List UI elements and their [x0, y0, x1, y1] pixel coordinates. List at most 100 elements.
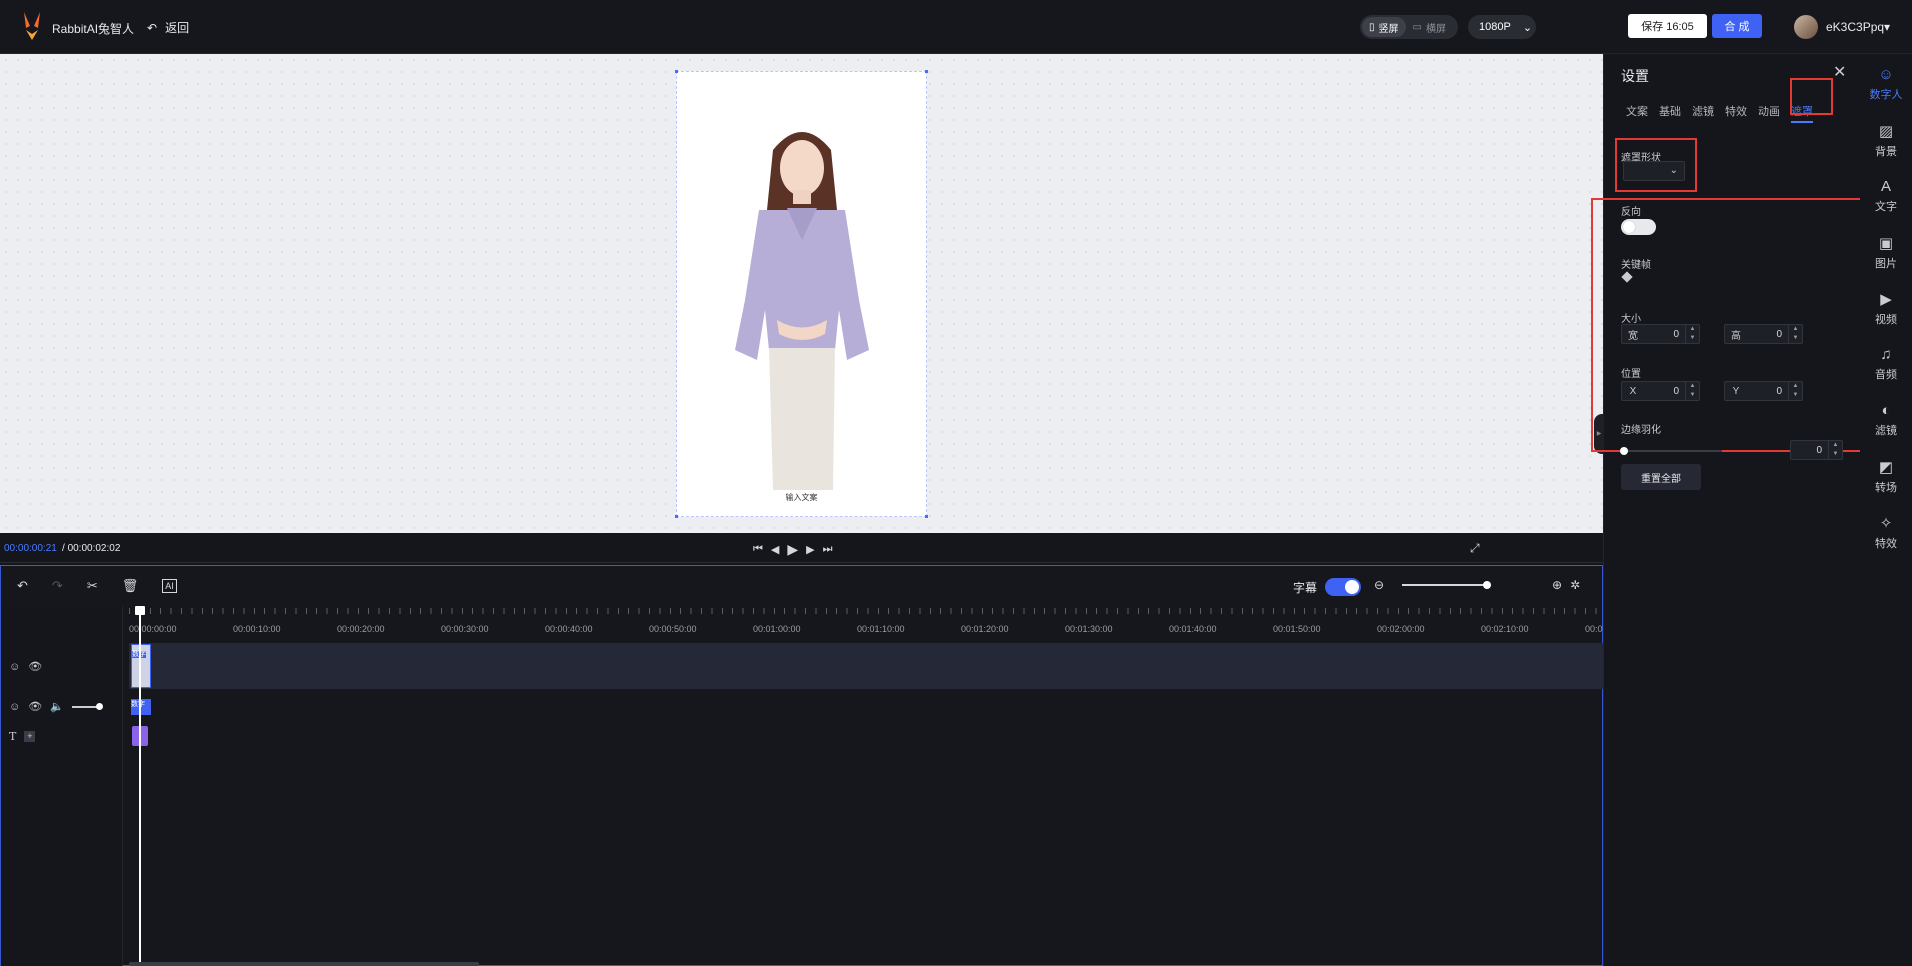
save-button[interactable]: 保存 16:05 [1628, 14, 1707, 38]
ruler-label: 00:00:00:00 [129, 624, 177, 634]
horizontal-scrollbar[interactable] [129, 962, 479, 966]
resize-handle[interactable] [925, 515, 928, 518]
tab-3[interactable]: 特效 [1725, 103, 1747, 123]
size-label: 大小 [1621, 314, 1641, 325]
x-value: 0 [1673, 385, 1679, 397]
fullscreen-icon[interactable]: ⤢ [1470, 541, 1480, 556]
rail-item-2[interactable]: A 文字 [1860, 178, 1912, 214]
playback-controls: ⏮ ◀ ▶ ▶ ⏭ [753, 541, 833, 558]
feather-slider[interactable] [1620, 447, 1722, 455]
username-menu[interactable]: eK3C3Ppq▾ [1826, 20, 1890, 34]
rail-item-0[interactable]: ☺ 数字人 [1860, 66, 1912, 102]
height-input[interactable]: 高 0 ▲ ▼ [1724, 324, 1803, 344]
video-frame[interactable]: 输入文案 [675, 70, 928, 518]
track-header-avatar: ☺ 👁 [9, 660, 42, 674]
width-input[interactable]: 宽 0 ▲ ▼ [1621, 324, 1700, 344]
timeline: ↶ ↷ ✂ 🗑 AI 字幕 ⊖ ⊕ ✲ ☺ 👁 ☺ 👁 🔈 T + 00:00:… [0, 565, 1603, 966]
resize-handle[interactable] [925, 70, 928, 73]
subtitle-toggle[interactable] [1325, 578, 1362, 596]
resize-handle[interactable] [675, 515, 678, 518]
digital-human-figure[interactable] [707, 120, 897, 490]
ruler-label: 00:0 [1585, 624, 1603, 634]
playhead[interactable] [139, 608, 141, 966]
time-ruler[interactable]: 00:00:00:00 00:00:10:00 00:00:20:00 00:00:3… [129, 606, 1603, 634]
feather-input[interactable]: 0 ▲ ▼ [1790, 440, 1843, 460]
avatar[interactable] [1794, 15, 1818, 39]
back-label: 返回 [165, 21, 190, 35]
tab-2[interactable]: 滤镜 [1692, 103, 1714, 123]
stepper-icon[interactable]: ▲ ▼ [1685, 382, 1699, 400]
avatar-clip[interactable]: 数字 [131, 644, 151, 688]
rail-label: 特效 [1875, 538, 1897, 550]
ruler-label: 00:00:40:00 [545, 624, 593, 634]
back-button[interactable]: ↶ 返回 [147, 19, 189, 36]
track-headers: ☺ 👁 ☺ 👁 🔈 T + [1, 606, 123, 966]
landscape-option[interactable]: ▭ 横屏 [1406, 17, 1453, 37]
tab-4[interactable]: 动画 [1758, 103, 1780, 123]
skip-end-icon[interactable]: ⏭ [823, 543, 833, 556]
stepper-icon[interactable]: ▲ ▼ [1788, 382, 1802, 400]
effects-icon: ✧ [1879, 515, 1893, 532]
trash-icon[interactable]: 🗑 [122, 578, 139, 594]
fit-icon[interactable]: ✲ [1570, 578, 1580, 592]
step-back-icon[interactable]: ◀ [771, 543, 779, 556]
rail-item-7[interactable]: ◩ 转场 [1860, 458, 1912, 495]
play-icon[interactable]: ▶ [787, 541, 798, 558]
rail-item-8[interactable]: ✧ 特效 [1860, 514, 1912, 551]
transition-icon: ◩ [1878, 459, 1894, 476]
compose-button[interactable]: 合 成 [1712, 14, 1762, 38]
time-separator: / [62, 543, 65, 554]
ruler-label: 00:02:10:00 [1481, 624, 1529, 634]
tab-1[interactable]: 基础 [1659, 103, 1681, 123]
zoom-in-icon[interactable]: ⊕ [1552, 578, 1562, 592]
scissors-icon[interactable]: ✂ [87, 578, 98, 594]
zoom-out-icon[interactable]: ⊖ [1374, 578, 1384, 592]
skip-start-icon[interactable]: ⏮ [753, 543, 763, 556]
resolution-select[interactable]: 1080P ⌄ [1468, 15, 1536, 39]
stepper-icon[interactable]: ▲ ▼ [1685, 325, 1699, 343]
stepper-icon[interactable]: ▲ ▼ [1828, 441, 1842, 459]
timeline-toolbar: ↶ ↷ ✂ 🗑 AI [17, 578, 177, 594]
ruler-label: 00:00:50:00 [649, 624, 697, 634]
add-text-icon[interactable]: + [24, 731, 36, 742]
eye-icon[interactable]: 👁 [28, 660, 42, 673]
voice-clip[interactable]: 数字 [131, 699, 151, 715]
brand-name: RabbitAI兔智人 [52, 22, 135, 36]
volume-icon[interactable]: 🔈 [50, 700, 64, 713]
portrait-option[interactable]: ▯ 竖屏 [1362, 17, 1406, 37]
rail-item-6[interactable]: ◐ 滤镜 [1860, 402, 1912, 438]
eye-icon[interactable]: 👁 [28, 700, 42, 713]
rail-item-5[interactable]: ♫ 音频 [1860, 346, 1912, 382]
caption-text[interactable]: 输入文案 [677, 492, 926, 503]
stepper-icon[interactable]: ▲ ▼ [1788, 325, 1802, 343]
chevron-down-icon: ⌄ [1522, 21, 1533, 34]
zoom-slider[interactable] [1402, 581, 1492, 589]
back-arrow-icon: ↶ [147, 20, 158, 35]
digital-human-icon: ☺ [1878, 66, 1894, 83]
y-input[interactable]: Y 0 ▲ ▼ [1724, 381, 1803, 401]
panel-title: 设置 [1621, 68, 1649, 84]
resolution-value: 1080P [1479, 21, 1511, 33]
rail-item-3[interactable]: ▣ 图片 [1860, 234, 1912, 271]
tab-0[interactable]: 文案 [1626, 103, 1648, 123]
reset-all-button[interactable]: 重置全部 [1621, 464, 1701, 490]
x-input[interactable]: X 0 ▲ ▼ [1621, 381, 1700, 401]
subtitle-toggle-group: 字幕 [1293, 578, 1362, 596]
resize-handle[interactable] [675, 70, 678, 73]
rail-label: 转场 [1875, 482, 1897, 494]
invert-switch[interactable] [1621, 219, 1656, 235]
close-icon[interactable]: ✕ [1833, 62, 1846, 82]
rail-label: 图片 [1875, 258, 1897, 270]
avatar-track[interactable] [129, 643, 1603, 689]
rail-item-1[interactable]: ▨ 背景 [1860, 122, 1912, 159]
keyframe-label: 关键帧 [1621, 260, 1651, 271]
redo-icon[interactable]: ↷ [52, 578, 63, 594]
undo-icon[interactable]: ↶ [17, 578, 28, 594]
rail-item-4[interactable]: ▶ 视频 [1860, 290, 1912, 327]
step-forward-icon[interactable]: ▶ [806, 543, 814, 556]
portrait-label: 竖屏 [1378, 23, 1399, 35]
orientation-toggle: ▯ 竖屏 ▭ 横屏 [1360, 15, 1458, 39]
ai-image-icon[interactable]: AI [162, 579, 177, 593]
ruler-label: 00:01:40:00 [1169, 624, 1217, 634]
volume-slider[interactable] [71, 702, 103, 710]
